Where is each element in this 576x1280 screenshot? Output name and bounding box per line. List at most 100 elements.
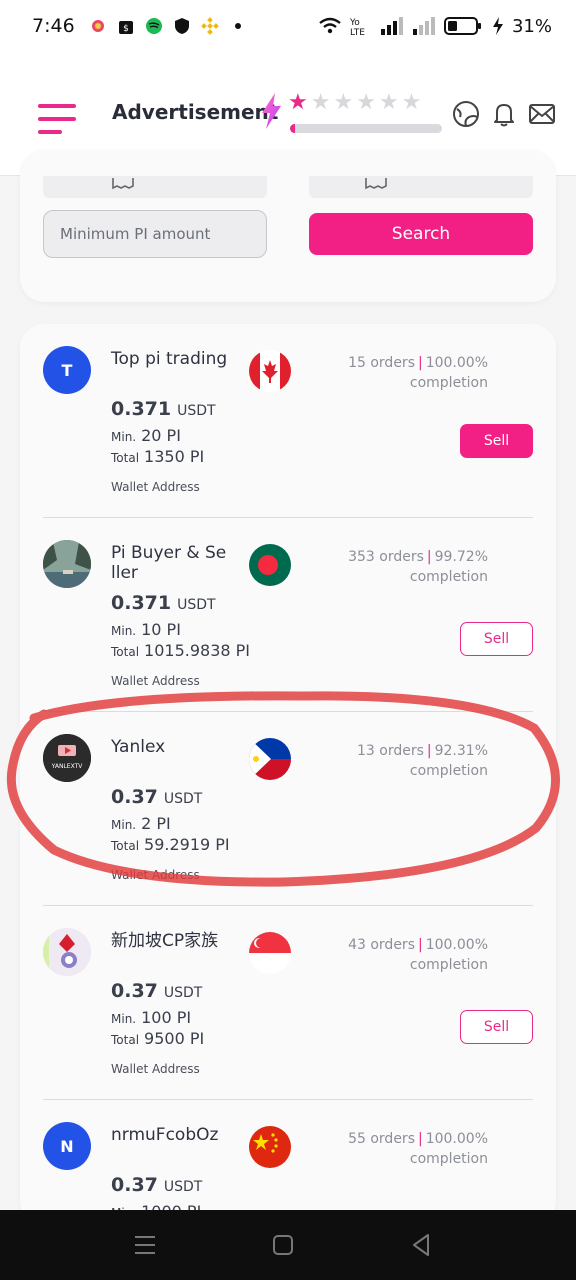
avatar-initial: N — [60, 1136, 74, 1156]
lightning-icon — [262, 93, 281, 129]
price-currency: USDT — [163, 985, 203, 1001]
star-icon: ★ — [401, 90, 422, 115]
limits: Min. 100 PI Total 9500 PI — [111, 1008, 204, 1050]
receipt-icon — [112, 178, 134, 190]
shopping-bag-icon: $ — [118, 21, 133, 34]
status-time: 7:46 — [32, 15, 75, 37]
merchant-stats: 15 orders | 100.00% completion — [348, 353, 488, 393]
completion-rate: 92.31% — [434, 743, 488, 759]
min-label: Min. — [111, 624, 137, 638]
min-amount: 1000 PI — [141, 1202, 201, 1210]
star-icon: ★ — [310, 90, 331, 115]
offer-row[interactable]: Pi Buyer & Seller 353 orders | 99.72% comple… — [43, 518, 533, 712]
stats-separator: | — [417, 1131, 423, 1147]
price-value: 0.37 — [111, 980, 158, 1002]
min-label: Min. — [111, 1012, 137, 1026]
sell-button[interactable]: Sell — [460, 622, 533, 656]
price: 0.37 USDT — [111, 1174, 202, 1196]
charging-icon — [492, 17, 503, 35]
total-label: Total — [111, 839, 140, 853]
total-label: Total — [111, 451, 140, 465]
orders-count: 13 orders — [357, 743, 424, 759]
wallet-address-link[interactable]: Wallet Address — [111, 674, 200, 688]
price: 0.371 USDT — [111, 398, 216, 420]
sell-button[interactable]: Sell — [460, 424, 533, 458]
avatar-initial: T — [61, 360, 73, 380]
offer-row[interactable]: NnrmuFcobOz 55 orders | 100.00% completion 0.… — [43, 1100, 533, 1210]
currency-select[interactable] — [309, 176, 533, 198]
completion-label: completion — [409, 957, 488, 973]
merchant-stats: 43 orders | 100.00% completion — [348, 935, 488, 975]
offer-row[interactable]: T Top pi trading 15 orders | 100.00% completi… — [43, 324, 533, 518]
orders-count: 353 orders — [348, 549, 424, 565]
receipt-icon — [365, 178, 387, 190]
star-icon: ★ — [356, 90, 376, 115]
merchant-name[interactable]: Pi Buyer & Seller — [111, 543, 229, 583]
shield-icon — [174, 18, 189, 34]
merchant-stats: 353 orders | 99.72% completion — [348, 547, 488, 587]
completion-rate: 100.00% — [425, 355, 488, 371]
bangladesh-flag-icon — [249, 544, 291, 586]
system-nav-bar — [0, 1210, 576, 1280]
mail-icon[interactable] — [528, 100, 556, 128]
canada-flag-icon — [249, 350, 291, 392]
completion-rate: 99.72% — [434, 549, 488, 565]
price-value: 0.37 — [111, 786, 158, 808]
completion-label: completion — [409, 375, 488, 391]
orders-count: 55 orders — [348, 1131, 415, 1147]
merchant-avatar[interactable] — [43, 540, 91, 588]
completion-label: completion — [409, 569, 488, 585]
offer-row[interactable]: 新加坡CP家族 43 orders | 100.00% completion 0.37 US… — [43, 906, 533, 1100]
completion-label: completion — [409, 1151, 488, 1167]
bell-icon[interactable] — [490, 100, 518, 128]
merchant-avatar[interactable]: YANLEXTV — [43, 734, 91, 782]
page-title: Advertisement — [112, 100, 279, 124]
wallet-address-link[interactable]: Wallet Address — [111, 480, 200, 494]
stats-separator: | — [426, 549, 432, 565]
total-amount: 9500 PI — [144, 1029, 205, 1048]
limits: Min. 2 PI Total 59.2919 PI — [111, 814, 230, 856]
signal-2-icon — [412, 17, 435, 35]
merchant-avatar[interactable] — [43, 928, 91, 976]
total-label: Total — [111, 1033, 140, 1047]
merchant-name[interactable]: nrmuFcobOz — [111, 1125, 229, 1145]
payment-method-select[interactable] — [43, 176, 267, 198]
status-bar: 7:46 $ Yo LTE 31% — [0, 0, 576, 52]
china-flag-icon — [249, 1126, 291, 1168]
lte-icon: YoLTE — [350, 18, 365, 36]
merchant-name[interactable]: 新加坡CP家族 — [111, 931, 229, 951]
price-value: 0.371 — [111, 398, 172, 420]
hamburger-icon[interactable] — [38, 102, 76, 136]
limits: Min.1000 PI — [111, 1202, 201, 1210]
binance-icon — [200, 17, 219, 35]
star-icon: ★ — [378, 90, 399, 115]
limits: Min. 10 PI Total 1015.9838 PI — [111, 620, 250, 662]
wallet-address-link[interactable]: Wallet Address — [111, 1062, 200, 1076]
avatar-label: YANLEXTV — [51, 763, 83, 770]
singapore-flag-icon — [249, 932, 291, 974]
merchant-avatar[interactable]: T — [43, 346, 91, 394]
merchant-avatar[interactable]: N — [43, 1122, 91, 1170]
merchant-name[interactable]: Top pi trading — [111, 349, 229, 369]
home-icon[interactable] — [270, 1232, 296, 1258]
level-progress-bar — [290, 124, 442, 133]
app-notification-icon — [91, 20, 104, 32]
merchant-name[interactable]: Yanlex — [111, 737, 229, 757]
total-amount: 1015.9838 PI — [144, 641, 251, 660]
level-progress-fill — [290, 124, 295, 133]
orders-count: 15 orders — [348, 355, 415, 371]
back-icon[interactable] — [408, 1232, 434, 1258]
offer-row[interactable]: YANLEXTV Yanlex 13 orders | 92.31% completion… — [43, 712, 533, 906]
star-icon: ★ — [333, 90, 354, 115]
minimum-amount-input[interactable] — [43, 210, 267, 258]
sell-button[interactable]: Sell — [460, 1010, 533, 1044]
min-label: Min. — [111, 430, 137, 444]
search-button[interactable]: Search — [309, 213, 533, 255]
recents-icon[interactable] — [132, 1232, 158, 1258]
star-icon: ★ — [288, 90, 308, 115]
signal-icon — [380, 17, 403, 35]
completion-label: completion — [409, 763, 488, 779]
philippines-flag-icon — [249, 738, 291, 780]
wallet-address-link[interactable]: Wallet Address — [111, 868, 200, 882]
globe-icon[interactable] — [452, 100, 480, 128]
